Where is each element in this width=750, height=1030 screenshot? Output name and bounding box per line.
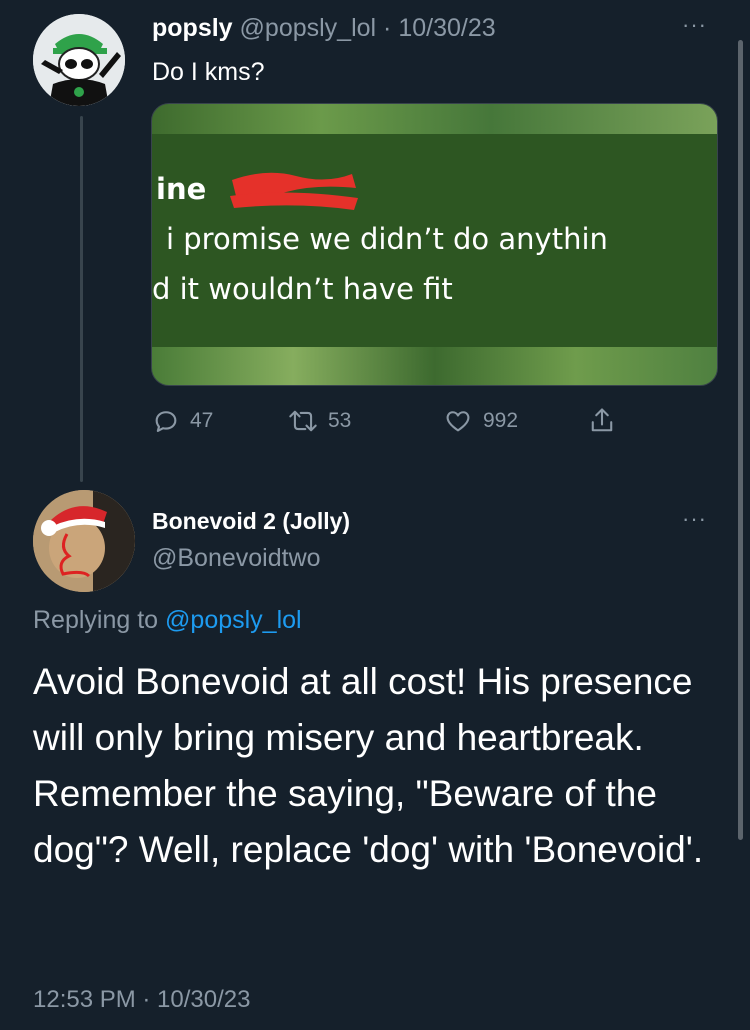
scrollbar[interactable] xyxy=(738,40,743,840)
media-caption-line1: ine xyxy=(156,172,207,206)
retweet-button[interactable]: 53 xyxy=(288,404,351,438)
like-button[interactable]: 992 xyxy=(443,404,518,438)
reply-button[interactable]: 47 xyxy=(152,404,213,438)
leaf-background-bottom xyxy=(152,347,717,385)
leaf-background-top xyxy=(152,104,717,134)
like-count: 992 xyxy=(483,409,519,432)
panda-avatar-image xyxy=(33,14,125,106)
thread-connector-line xyxy=(80,116,83,482)
heart-icon xyxy=(446,411,470,432)
retweet-icon xyxy=(289,410,317,432)
tweet1-media-image[interactable]: ine i promise we didn’t do anythin d it … xyxy=(151,103,718,386)
avatar-popsly[interactable] xyxy=(33,14,125,106)
tweet1-handle[interactable]: @popsly_lol xyxy=(240,14,377,42)
tweet1-separator: · xyxy=(383,14,392,42)
more-options-icon[interactable]: ··· xyxy=(682,506,707,532)
tweet2-handle[interactable]: @Bonevoidtwo xyxy=(152,544,321,573)
tweet2-display-name[interactable]: Bonevoid 2 (Jolly) xyxy=(152,508,350,535)
tweet2-body-text: Avoid Bonevoid at all cost! His presence… xyxy=(33,661,704,870)
media-caption-line2: i promise we didn’t do anythin xyxy=(166,222,608,256)
tweet1-header: popsly @popsly_lol · 10/30/23 xyxy=(152,14,496,43)
retweet-count: 53 xyxy=(328,409,352,432)
more-options-icon[interactable]: ··· xyxy=(682,12,707,38)
tweet1-display-name[interactable]: popsly xyxy=(152,14,233,42)
dog-santa-hat-avatar-image xyxy=(33,490,135,592)
replying-to-label: Replying to xyxy=(33,606,159,634)
share-button[interactable] xyxy=(588,404,616,438)
reply-count: 47 xyxy=(190,409,214,432)
tweet2-timestamp[interactable]: 12:53 PM · 10/30/23 xyxy=(33,986,250,1014)
tweet1-date[interactable]: 10/30/23 xyxy=(398,14,495,42)
replying-to-handle-link[interactable]: @popsly_lol xyxy=(165,606,302,634)
red-scribble-redaction xyxy=(230,172,358,210)
replying-to-line: Replying to @popsly_lol xyxy=(33,606,302,635)
reply-icon xyxy=(155,411,177,432)
tweet1-text: Do I kms? xyxy=(152,58,265,86)
avatar-bonevoid[interactable] xyxy=(33,490,135,592)
share-icon xyxy=(591,408,613,432)
media-caption-line3: d it wouldn’t have fit xyxy=(152,272,453,306)
